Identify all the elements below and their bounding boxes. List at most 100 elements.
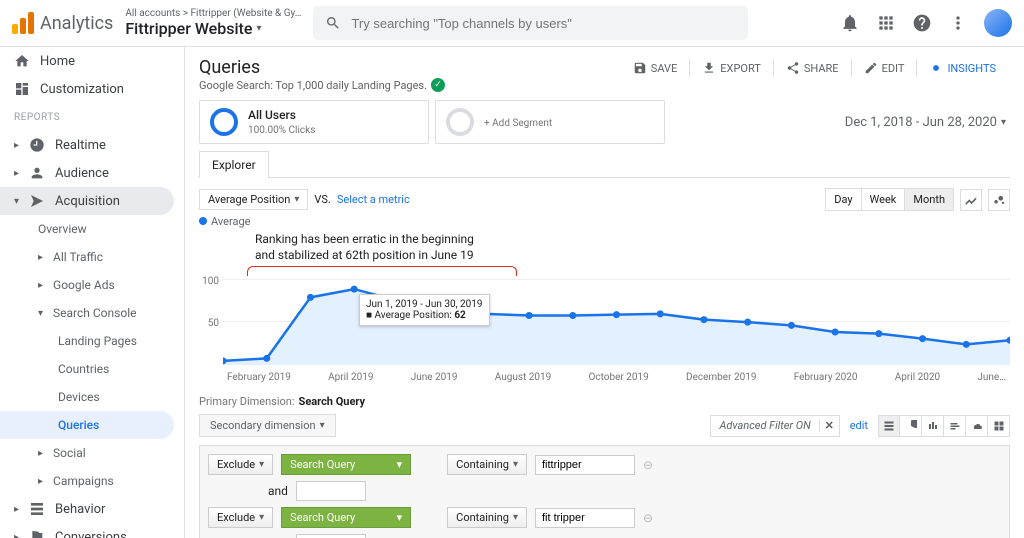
clear-filter-button[interactable]: ✕ (819, 419, 839, 432)
ga-logo: Analytics (12, 12, 113, 34)
sidebar-label: Countries (58, 362, 109, 376)
and-condition-input[interactable] (296, 481, 366, 501)
segment-all-users[interactable]: All Users100.00% Clicks (199, 100, 429, 144)
avatar[interactable] (984, 9, 1012, 37)
chevron-right-icon: ▸ (14, 168, 19, 179)
filter-include-exclude[interactable]: Exclude▾ (208, 454, 273, 475)
sidebar-label: Behavior (55, 502, 105, 517)
sidebar-item-search-console[interactable]: ▾Search Console (0, 299, 184, 327)
view-cloud-icon[interactable] (966, 415, 988, 437)
granularity-buttons: Day Week Month (825, 188, 954, 211)
sidebar-item-google-ads[interactable]: ▸Google Ads (0, 271, 184, 299)
view-pie-icon[interactable] (900, 415, 922, 437)
chevron-down-icon: ▾ (14, 196, 19, 207)
remove-filter-icon[interactable]: ⊖ (643, 511, 653, 525)
chevron-right-icon: ▸ (14, 504, 19, 515)
view-comparison-icon[interactable] (944, 415, 966, 437)
sidebar-item-audience[interactable]: ▸Audience (0, 159, 184, 187)
view-pivot-icon[interactable] (988, 415, 1010, 437)
main-content: Queries Google Search: Top 1,000 daily L… (185, 47, 1024, 538)
gran-month[interactable]: Month (905, 189, 953, 210)
sidebar-label: Google Ads (53, 278, 115, 292)
view-table-icon[interactable] (878, 415, 900, 437)
add-segment-button[interactable]: + Add Segment (435, 100, 665, 144)
edit-icon (864, 61, 878, 75)
primary-dim-value: Search Query (299, 395, 366, 408)
sidebar-item-home[interactable]: Home (0, 47, 184, 75)
secondary-dimension-selector[interactable]: Secondary dimension▾ (199, 414, 336, 437)
bell-icon[interactable] (840, 13, 860, 33)
sidebar-item-all-traffic[interactable]: ▸ All Traffic (0, 243, 184, 271)
sidebar-item-queries[interactable]: Queries (0, 411, 174, 439)
edit-filter-link[interactable]: edit (850, 419, 868, 432)
chevron-right-icon: ▸ (38, 252, 43, 263)
sidebar-item-social[interactable]: ▸Social (0, 439, 184, 467)
metric-selector[interactable]: Average Position▾ (199, 189, 308, 210)
filter-value-input[interactable] (535, 508, 635, 528)
account-breadcrumbs: All accounts > Fittripper (Website & Gy… (125, 8, 301, 19)
verified-icon: ✓ (431, 78, 445, 92)
filter-dimension[interactable]: Search Query▾ (281, 507, 411, 528)
sidebar: Home Customization REPORTS ▸Realtime ▸Au… (0, 47, 185, 538)
insights-button[interactable]: INSIGHTS (921, 57, 1004, 79)
page-title: Queries (199, 57, 445, 78)
share-button[interactable]: SHARE (778, 57, 847, 79)
chevron-right-icon: ▸ (14, 140, 19, 151)
add-segment-label: + Add Segment (484, 118, 552, 129)
search-input[interactable] (351, 16, 736, 31)
chart-tooltip: Jun 1, 2019 - Jun 30, 2019 ■ Average Pos… (359, 294, 490, 326)
sidebar-item-customization[interactable]: Customization (0, 75, 184, 103)
chevron-right-icon: ▸ (14, 532, 19, 538)
ga-logo-icon (12, 12, 34, 34)
sidebar-item-behavior[interactable]: ▸ Behavior (0, 495, 184, 523)
person-icon (29, 165, 45, 181)
sidebar-item-countries[interactable]: Countries (0, 355, 184, 383)
save-icon (633, 61, 647, 75)
and-label: and (268, 484, 288, 498)
edit-button[interactable]: EDIT (856, 57, 913, 79)
sidebar-label: All Traffic (53, 250, 103, 264)
save-button[interactable]: SAVE (625, 57, 686, 79)
sidebar-label: Search Console (53, 306, 136, 320)
tab-explorer[interactable]: Explorer (199, 151, 269, 178)
help-icon[interactable] (912, 13, 932, 33)
view-performance-icon[interactable] (922, 415, 944, 437)
remove-filter-icon[interactable]: ⊖ (643, 458, 653, 472)
y-tick: 100 (202, 276, 219, 287)
date-range-selector[interactable]: Dec 1, 2018 - Jun 28, 2020▾ (845, 115, 1010, 130)
account-selector[interactable]: All accounts > Fittripper (Website & Gy…… (125, 8, 301, 38)
more-vert-icon[interactable] (948, 13, 968, 33)
chart-type-motion-icon[interactable] (988, 189, 1010, 211)
filter-dimension[interactable]: Search Query▾ (281, 454, 411, 475)
filter-include-exclude[interactable]: Exclude▾ (208, 507, 273, 528)
export-icon (702, 61, 716, 75)
chevron-right-icon: ▸ (38, 476, 43, 487)
select-metric-link[interactable]: Select a metric (337, 193, 410, 206)
sidebar-item-devices[interactable]: Devices (0, 383, 184, 411)
segment-name: All Users (248, 108, 315, 122)
export-button[interactable]: EXPORT (694, 57, 769, 79)
sidebar-item-landing-pages[interactable]: Landing Pages (0, 327, 184, 355)
sidebar-label: Acquisition (55, 194, 120, 209)
customize-icon (14, 81, 30, 97)
sidebar-item-overview[interactable]: Overview (0, 215, 184, 243)
home-icon (14, 53, 30, 69)
apps-icon[interactable] (876, 13, 896, 33)
sidebar-item-realtime[interactable]: ▸Realtime (0, 131, 184, 159)
line-chart-svg (223, 266, 1010, 365)
filter-match-type[interactable]: Containing▾ (447, 454, 527, 475)
and-condition-input[interactable] (296, 534, 366, 538)
filter-match-type[interactable]: Containing▾ (447, 507, 527, 528)
search-bar[interactable] (313, 6, 748, 40)
gran-week[interactable]: Week (862, 189, 906, 210)
sidebar-item-campaigns[interactable]: ▸ Campaigns (0, 467, 184, 495)
sidebar-item-acquisition[interactable]: ▾ Acquisition (0, 187, 174, 215)
caret-down-icon: ▾ (1001, 117, 1006, 128)
chart-type-line-icon[interactable] (960, 189, 982, 211)
gran-day[interactable]: Day (826, 189, 861, 210)
filter-value-input[interactable] (535, 455, 635, 475)
sidebar-item-conversions[interactable]: ▸Conversions (0, 523, 184, 538)
sidebar-label: Social (53, 446, 86, 460)
sidebar-label: Campaigns (53, 474, 114, 488)
flag-icon (29, 529, 45, 538)
